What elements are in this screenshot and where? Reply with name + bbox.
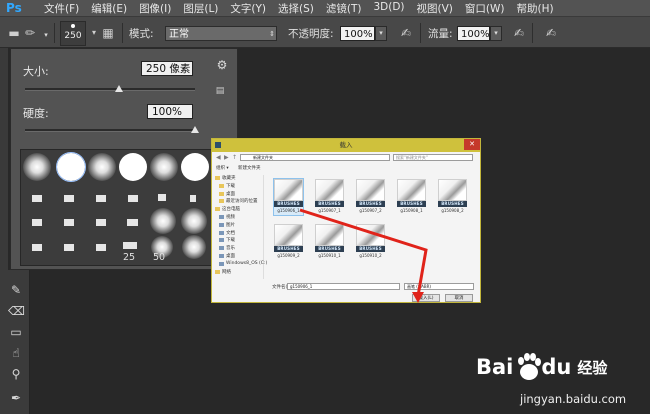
watermark-url: jingyan.baidu.com	[520, 392, 627, 406]
arrow-path	[299, 208, 428, 297]
logo-text-left: Bai	[476, 355, 514, 379]
baidu-jingyan-logo: Bai du 经验	[476, 344, 607, 390]
paw-icon	[518, 353, 541, 380]
arrow-head	[412, 292, 424, 303]
logo-text-suffix: 经验	[577, 358, 608, 377]
logo-text-right: du	[541, 355, 572, 379]
